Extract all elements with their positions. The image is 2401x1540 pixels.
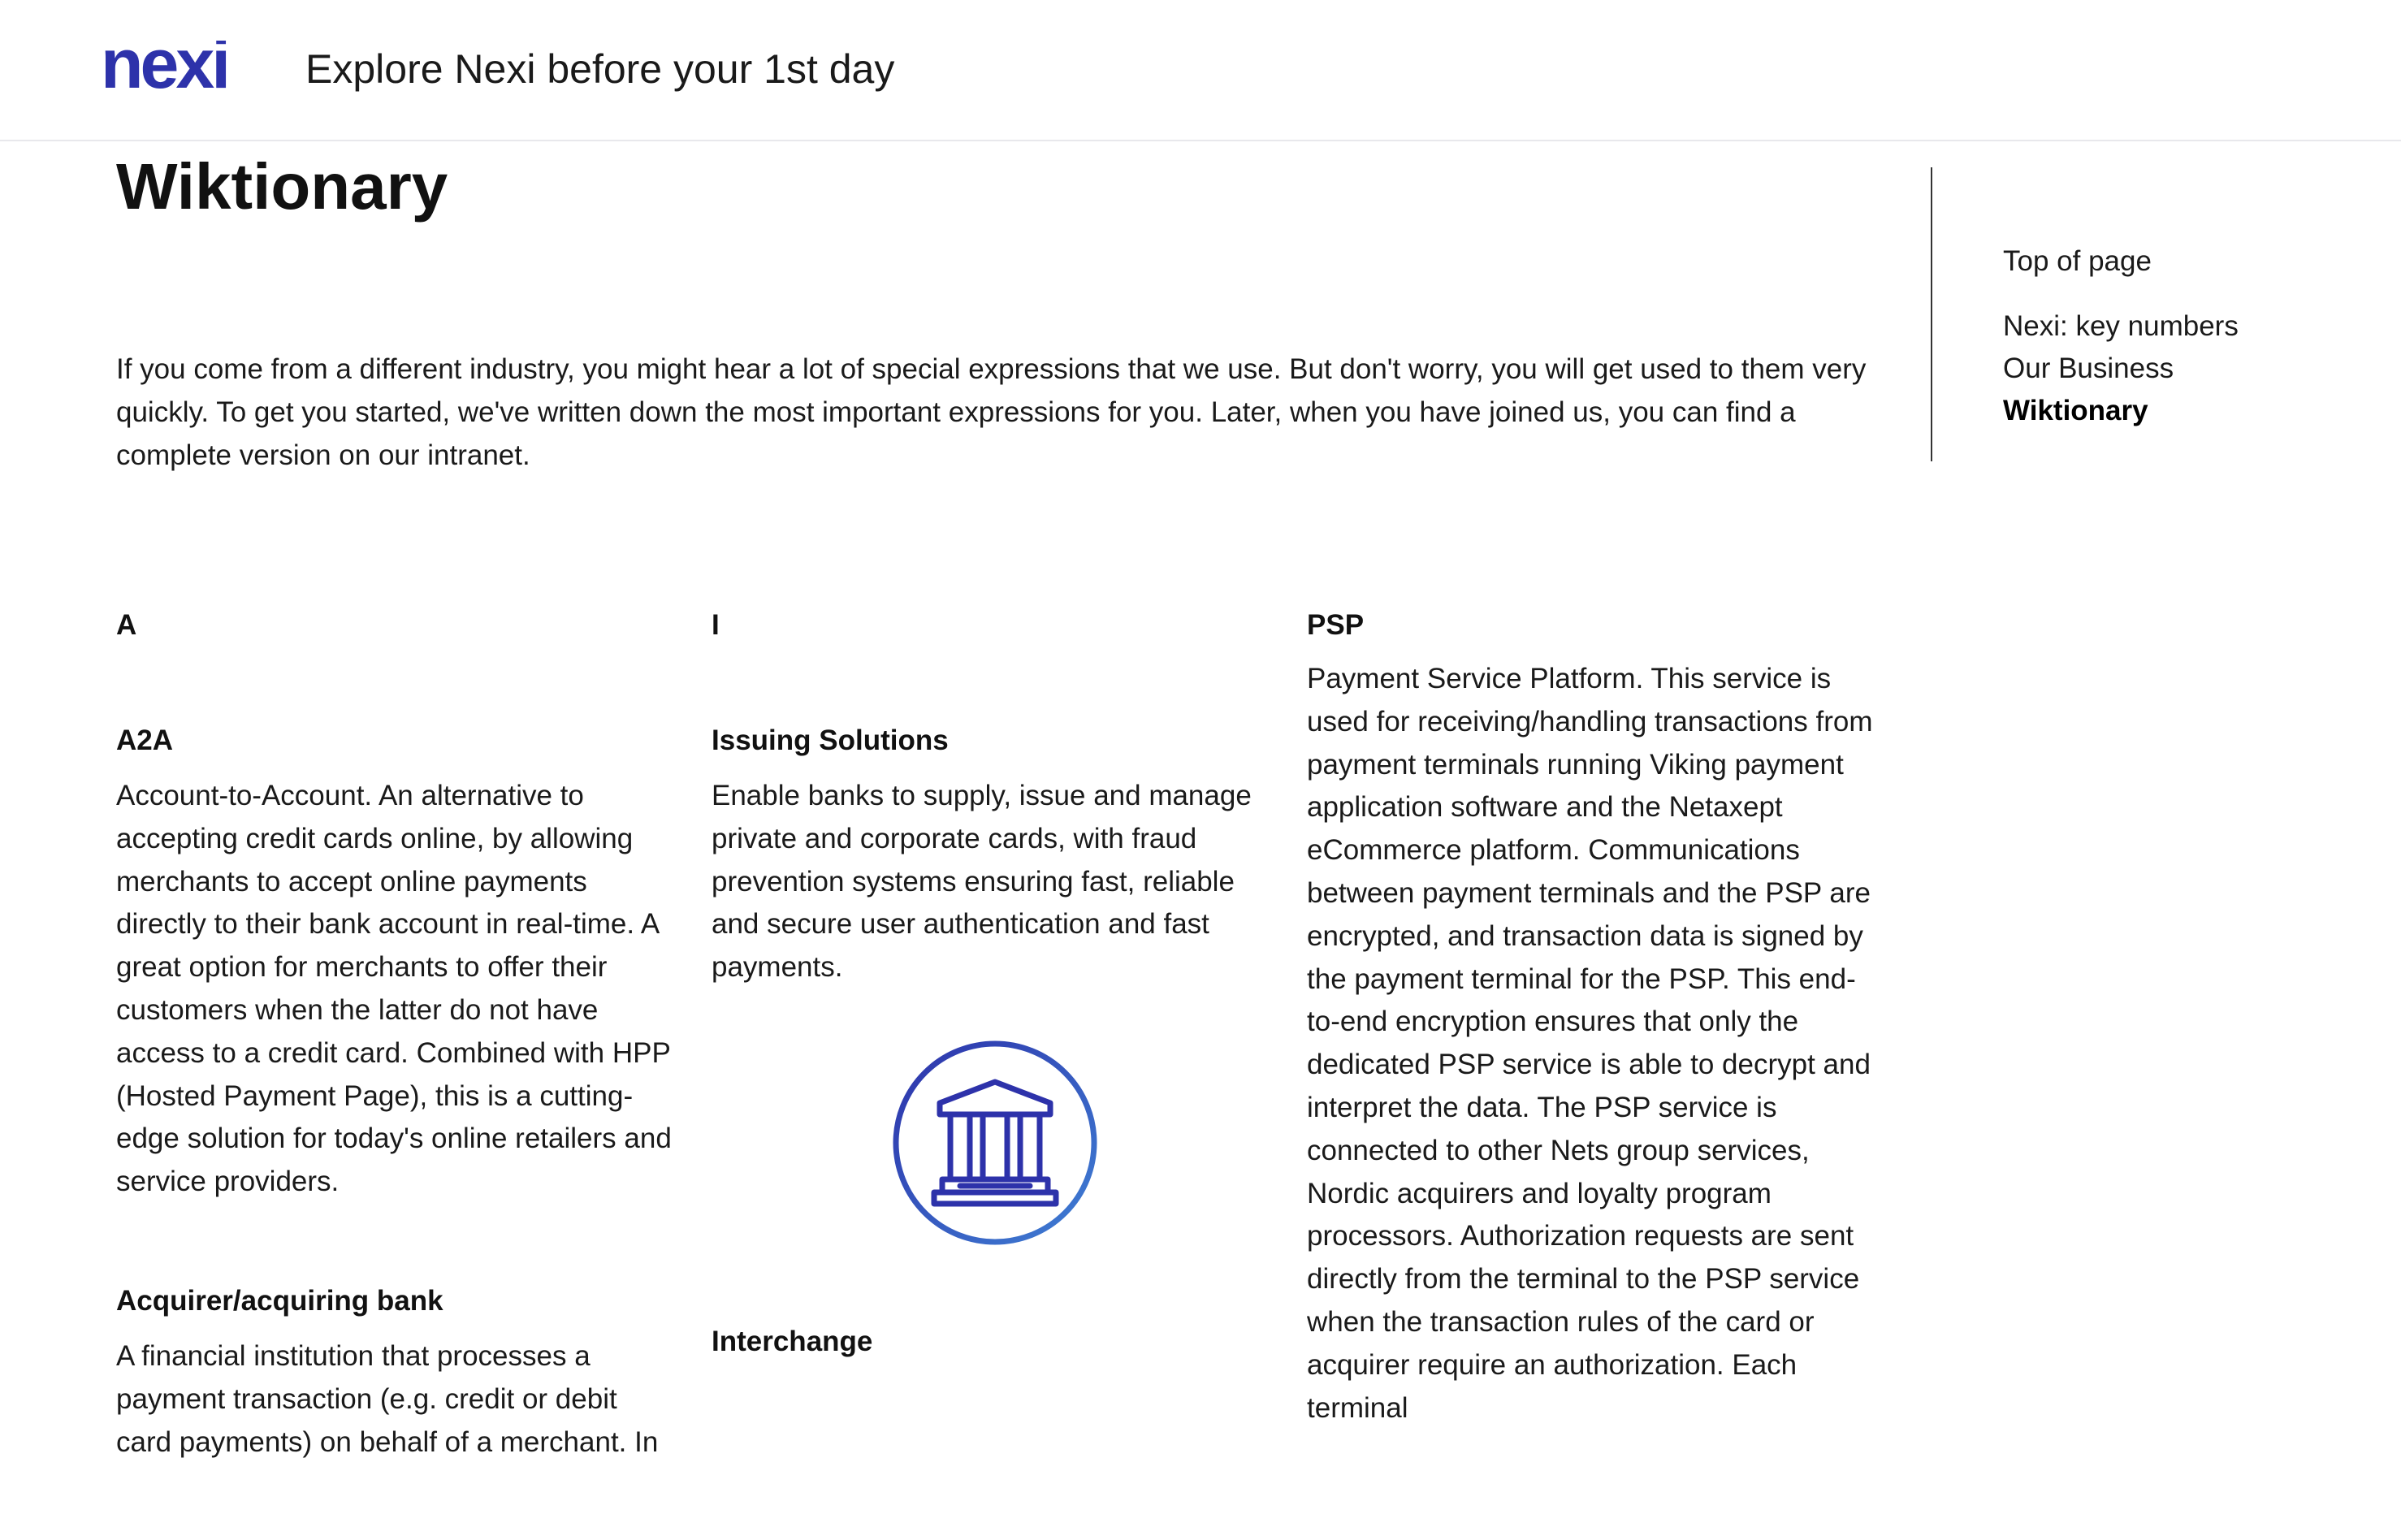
table-of-contents: Top of page Nexi: key numbers Our Busine… bbox=[2003, 240, 2377, 432]
letter-heading-i: I bbox=[712, 609, 720, 641]
toc-list: Nexi: key numbers Our Business Wiktionar… bbox=[2003, 305, 2377, 432]
site-header: nexi Explore Nexi before your 1st day bbox=[0, 0, 2401, 141]
toc-top-of-page-link[interactable]: Top of page bbox=[2003, 240, 2377, 283]
definition-psp: Payment Service Platform. This service i… bbox=[1307, 663, 1873, 1424]
term-acquirer: Acquirer/acquiring bank bbox=[116, 1284, 443, 1317]
toc-item-our-business[interactable]: Our Business bbox=[2003, 348, 2377, 390]
term-psp: PSP bbox=[1307, 609, 1365, 641]
toc-item-wiktionary[interactable]: Wiktionary bbox=[2003, 390, 2377, 432]
nexi-logo[interactable]: nexi bbox=[101, 41, 265, 94]
svg-text:nexi: nexi bbox=[101, 41, 227, 94]
definition-acquirer: A financial institution that processes a… bbox=[116, 1339, 659, 1458]
definition-issuing-solutions: Enable banks to supply, issue and manage… bbox=[712, 780, 1252, 984]
term-interchange: Interchange bbox=[712, 1325, 873, 1357]
intro-paragraph: If you come from a different industry, y… bbox=[116, 353, 1867, 471]
page-title: Wiktionary bbox=[116, 150, 448, 223]
glossary-column-p: PSP Payment Service Platform. This servi… bbox=[1307, 604, 1875, 1506]
glossary-column-a: A A2A Account-to-Account. An alternative… bbox=[116, 604, 677, 1540]
letter-heading-a: A bbox=[116, 609, 137, 641]
term-issuing-solutions: Issuing Solutions bbox=[712, 725, 949, 756]
definition-a2a: Account-to-Account. An alternative to ac… bbox=[116, 780, 672, 1198]
site-title[interactable]: Explore Nexi before your 1st day bbox=[305, 42, 894, 96]
toc-item-key-numbers[interactable]: Nexi: key numbers bbox=[2003, 305, 2377, 348]
bank-building-icon bbox=[893, 1040, 1097, 1245]
glossary-column-i: I Issuing Solutions Enable banks to supp… bbox=[712, 604, 1272, 1376]
toc-divider bbox=[1931, 167, 1932, 461]
term-a2a: A2A bbox=[116, 725, 174, 756]
